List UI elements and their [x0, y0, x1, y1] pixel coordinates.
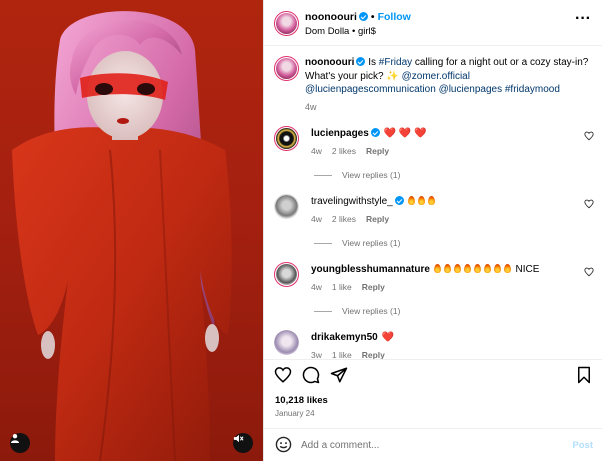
- speaker-muted-icon: [233, 434, 244, 443]
- mention-zomer[interactable]: @zomer.official: [402, 71, 470, 82]
- separator-dot: •: [370, 11, 375, 23]
- emoji-smiley-icon[interactable]: [275, 436, 292, 453]
- post-date: January 24: [275, 409, 315, 418]
- comment-avatar[interactable]: [274, 262, 299, 287]
- comment-username[interactable]: youngblesshumannature: [311, 264, 430, 275]
- likes-count[interactable]: 10,218 likes: [275, 395, 328, 406]
- post-panel: noonoouri • Follow Dom Dolla • girl$ ··· n…: [263, 0, 602, 461]
- reply-button[interactable]: Reply: [362, 282, 385, 292]
- mention-lucienpagescommunication[interactable]: @lucienpagescommunication: [305, 84, 436, 95]
- comment-username[interactable]: travelingwithstyle_: [311, 196, 393, 207]
- caption-age: 4w: [305, 101, 317, 112]
- user-icon: [11, 434, 19, 443]
- view-replies-button[interactable]: View replies (1): [314, 170, 400, 180]
- comment-age: 4w: [311, 146, 322, 156]
- reply-button[interactable]: Reply: [366, 146, 389, 156]
- fire-emoji-icon: [407, 196, 437, 207]
- post-header: noonoouri • Follow Dom Dolla • girl$ ···: [264, 0, 602, 46]
- comment-username[interactable]: drikakemyn50: [311, 332, 378, 343]
- comment-text: ❤️ ❤️ ❤️: [383, 128, 427, 139]
- audio-track[interactable]: Dom Dolla • girl$: [305, 26, 376, 37]
- share-send-icon[interactable]: [330, 366, 348, 384]
- save-bookmark-icon[interactable]: [576, 366, 592, 384]
- comment-likes[interactable]: 2 likes: [332, 214, 356, 224]
- post-comment-button[interactable]: Post: [572, 440, 593, 451]
- comment-text: NICE: [515, 264, 540, 275]
- hashtag-fridaymood[interactable]: #fridaymood: [505, 84, 560, 95]
- comment-likes[interactable]: 1 like: [332, 282, 352, 292]
- comment-likes[interactable]: 2 likes: [332, 146, 356, 156]
- fire-emoji-icon: [433, 264, 513, 275]
- post-actions: 10,218 likes January 24: [264, 359, 602, 423]
- caption-part: Is: [365, 57, 379, 68]
- reply-button[interactable]: Reply: [362, 350, 385, 359]
- verified-badge-icon: [394, 196, 404, 205]
- media-illustration: [12, 11, 232, 461]
- verified-badge-icon: [370, 128, 380, 137]
- comment-avatar[interactable]: [274, 126, 299, 151]
- view-replies-button[interactable]: View replies (1): [314, 238, 400, 248]
- follow-button[interactable]: Follow: [378, 11, 411, 23]
- comment-avatar[interactable]: [274, 194, 299, 219]
- comment-avatar[interactable]: [274, 330, 299, 355]
- hashtag-friday[interactable]: #Friday: [379, 57, 412, 68]
- comment-age: 4w: [311, 282, 322, 292]
- like-comment-heart-icon[interactable]: [584, 199, 594, 209]
- comment-username[interactable]: lucienpages: [311, 128, 369, 139]
- author-username[interactable]: noonoouri: [305, 11, 357, 23]
- mention-lucienpages[interactable]: @lucienpages: [439, 84, 503, 95]
- view-replies-button[interactable]: View replies (1): [314, 306, 400, 316]
- comment-composer: Post: [264, 428, 602, 461]
- post-media[interactable]: [0, 0, 263, 461]
- reply-button[interactable]: Reply: [366, 214, 389, 224]
- comment-likes[interactable]: 1 like: [332, 350, 352, 359]
- more-options-icon[interactable]: ···: [575, 11, 591, 27]
- like-comment-heart-icon[interactable]: [584, 267, 594, 277]
- caption-username[interactable]: noonoouri: [305, 57, 354, 68]
- comment-bubble-icon[interactable]: [302, 366, 320, 384]
- comment-item: drikakemyn50 ❤️ 3w 1 like Reply: [274, 330, 594, 359]
- caption-text: noonoouri Is #Friday calling for a night…: [305, 56, 595, 114]
- tagged-users-button[interactable]: [10, 433, 30, 453]
- comment-input[interactable]: [301, 437, 551, 454]
- like-comment-heart-icon[interactable]: [584, 131, 594, 141]
- mute-button[interactable]: [233, 433, 253, 453]
- verified-badge-icon: [358, 12, 368, 21]
- like-heart-icon[interactable]: [274, 366, 292, 384]
- comment-text: ❤️: [381, 332, 394, 343]
- author-avatar[interactable]: [274, 11, 299, 36]
- comment-age: 3w: [311, 350, 322, 359]
- caption-avatar[interactable]: [274, 56, 299, 81]
- comment-age: 4w: [311, 214, 322, 224]
